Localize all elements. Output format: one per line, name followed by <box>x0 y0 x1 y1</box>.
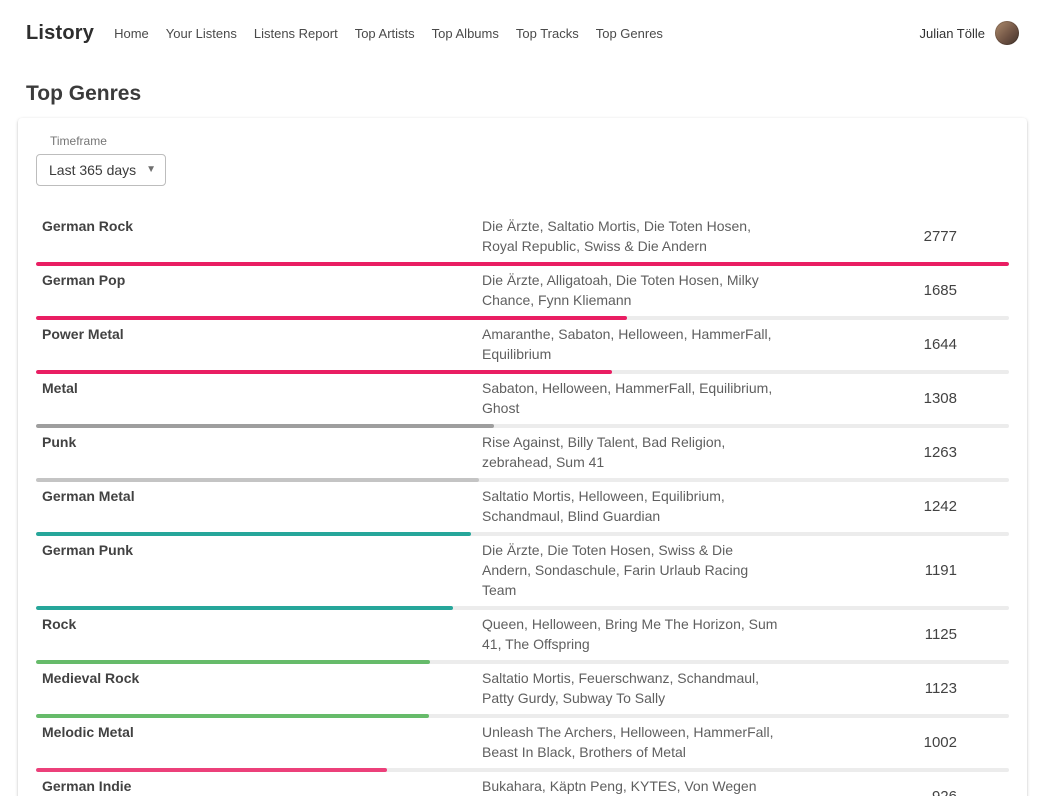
nav-item-top-albums[interactable]: Top Albums <box>432 26 499 41</box>
genre-row: Medieval Rock Saltatio Mortis, Feuerschw… <box>36 664 1009 718</box>
timeframe-value: Last 365 days <box>49 162 136 178</box>
genre-count: 926 <box>932 788 1009 796</box>
chevron-down-icon: ▼ <box>146 165 156 175</box>
main-content: Top Genres Timeframe Last 365 days ▼ Ger… <box>0 82 1045 796</box>
page-title: Top Genres <box>26 82 1045 106</box>
timeframe-label: Timeframe <box>50 134 1009 148</box>
genre-name: German Metal <box>36 486 482 506</box>
genre-row: Punk Rise Against, Billy Talent, Bad Rel… <box>36 428 1009 482</box>
genre-artists: Amaranthe, Sabaton, Helloween, HammerFal… <box>482 324 784 364</box>
nav-item-top-artists[interactable]: Top Artists <box>355 26 415 41</box>
genre-artists: Die Ärzte, Alligatoah, Die Toten Hosen, … <box>482 270 784 310</box>
genre-artists: Rise Against, Billy Talent, Bad Religion… <box>482 432 784 472</box>
genre-count: 1308 <box>924 390 1009 407</box>
genre-count: 1644 <box>924 336 1009 353</box>
nav-item-top-genres[interactable]: Top Genres <box>596 26 663 41</box>
timeframe-select[interactable]: Last 365 days ▼ <box>36 154 166 186</box>
genre-artists: Sabaton, Helloween, HammerFall, Equilibr… <box>482 378 784 418</box>
genre-name: German Rock <box>36 216 482 236</box>
nav-item-your-listens[interactable]: Your Listens <box>166 26 237 41</box>
genre-name: Melodic Metal <box>36 722 482 742</box>
top-genres-card: Timeframe Last 365 days ▼ German Rock Di… <box>18 118 1027 796</box>
genre-row: German Punk Die Ärzte, Die Toten Hosen, … <box>36 536 1009 610</box>
genre-artists: Saltatio Mortis, Helloween, Equilibrium,… <box>482 486 784 526</box>
genre-artists: Saltatio Mortis, Feuerschwanz, Schandmau… <box>482 668 784 708</box>
genre-list: German Rock Die Ärzte, Saltatio Mortis, … <box>36 212 1009 796</box>
genre-row: German Pop Die Ärzte, Alligatoah, Die To… <box>36 266 1009 320</box>
genre-name: Rock <box>36 614 482 634</box>
genre-row: German Metal Saltatio Mortis, Helloween,… <box>36 482 1009 536</box>
genre-count: 1002 <box>924 734 1009 751</box>
genre-count: 1125 <box>925 626 1009 643</box>
genre-count: 1242 <box>924 498 1009 515</box>
genre-count: 1263 <box>924 444 1009 461</box>
genre-artists: Die Ärzte, Saltatio Mortis, Die Toten Ho… <box>482 216 784 256</box>
user-name: Julian Tölle <box>919 26 985 41</box>
genre-row: Power Metal Amaranthe, Sabaton, Hellowee… <box>36 320 1009 374</box>
genre-name: Medieval Rock <box>36 668 482 688</box>
genre-name: Power Metal <box>36 324 482 344</box>
genre-artists: Unleash The Archers, Helloween, HammerFa… <box>482 722 784 762</box>
genre-name: German Punk <box>36 540 482 560</box>
genre-count: 2777 <box>924 228 1009 245</box>
genre-row: Rock Queen, Helloween, Bring Me The Hori… <box>36 610 1009 664</box>
nav-item-listens-report[interactable]: Listens Report <box>254 26 338 41</box>
genre-name: Metal <box>36 378 482 398</box>
top-nav: Listory Home Your Listens Listens Report… <box>0 0 1045 66</box>
genre-artists: Die Ärzte, Die Toten Hosen, Swiss & Die … <box>482 540 784 600</box>
genre-count: 1123 <box>925 680 1009 697</box>
genre-row: German Indie Bukahara, Käptn Peng, KYTES… <box>36 772 1009 796</box>
nav-item-home[interactable]: Home <box>114 26 149 41</box>
genre-row: German Rock Die Ärzte, Saltatio Mortis, … <box>36 212 1009 266</box>
genre-count: 1685 <box>924 282 1009 299</box>
genre-name: German Pop <box>36 270 482 290</box>
genre-artists: Bukahara, Käptn Peng, KYTES, Von Wegen L… <box>482 776 784 796</box>
genre-row: Metal Sabaton, Helloween, HammerFall, Eq… <box>36 374 1009 428</box>
genre-artists: Queen, Helloween, Bring Me The Horizon, … <box>482 614 784 654</box>
app-logo[interactable]: Listory <box>26 22 94 45</box>
user-avatar[interactable] <box>995 21 1019 45</box>
genre-count: 1191 <box>925 562 1009 579</box>
genre-name: Punk <box>36 432 482 452</box>
user-menu[interactable]: Julian Tölle <box>919 21 1019 45</box>
main-nav: Home Your Listens Listens Report Top Art… <box>114 26 680 41</box>
timeframe-control: Timeframe Last 365 days ▼ <box>36 134 1009 186</box>
genre-row: Melodic Metal Unleash The Archers, Hello… <box>36 718 1009 772</box>
genre-name: German Indie <box>36 776 482 796</box>
nav-item-top-tracks[interactable]: Top Tracks <box>516 26 579 41</box>
